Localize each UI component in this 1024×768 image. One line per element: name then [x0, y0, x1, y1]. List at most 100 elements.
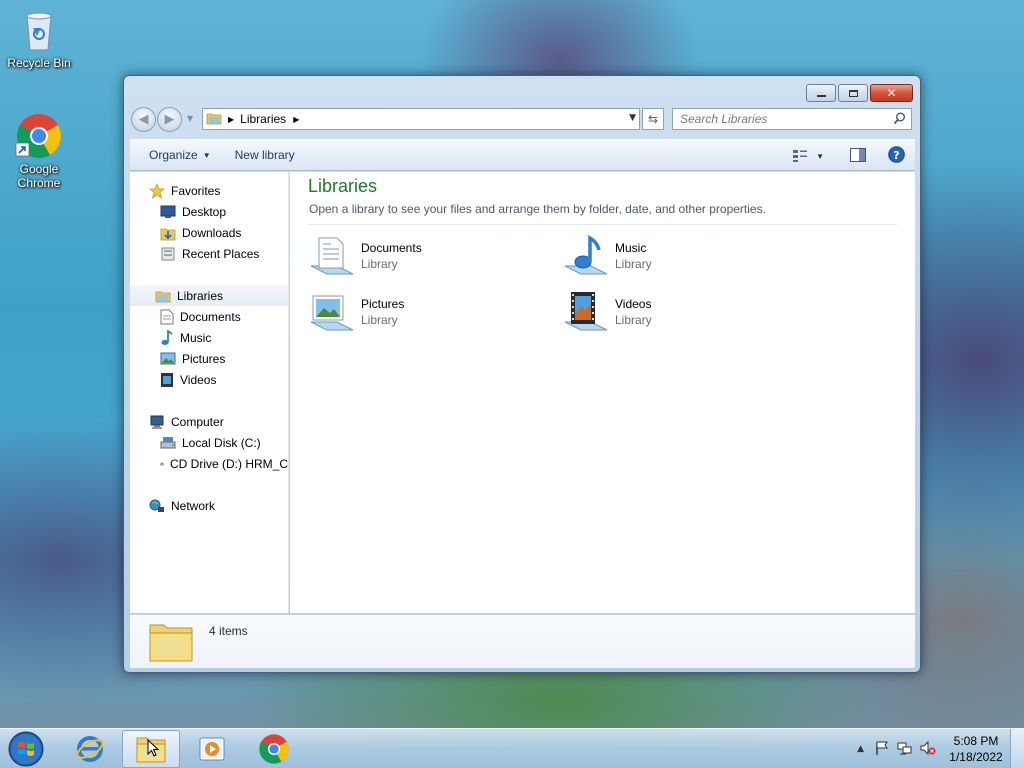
- nav-downloads[interactable]: Downloads: [160, 222, 241, 243]
- taskbar-windows-explorer[interactable]: [122, 730, 180, 768]
- libraries-icon: [155, 291, 171, 302]
- organize-button[interactable]: Organize ▼: [143, 148, 217, 162]
- network-tray-icon[interactable]: [897, 740, 913, 759]
- refresh-button[interactable]: ⇆: [642, 108, 664, 130]
- refresh-icon: ⇆: [647, 112, 659, 126]
- clock-time: 5:08 PM: [953, 734, 999, 748]
- show-hidden-icons-button[interactable]: ▲: [857, 744, 864, 754]
- nav-music[interactable]: Music: [160, 327, 211, 348]
- downloads-folder-icon: [160, 228, 176, 240]
- library-documents[interactable]: Documents Library: [307, 232, 547, 284]
- documents-icon: [160, 309, 174, 324]
- computer-icon: [150, 415, 164, 429]
- change-view-button[interactable]: ▼: [792, 149, 824, 163]
- nav-favorites[interactable]: Favorites: [149, 180, 220, 201]
- chrome-icon: [15, 112, 63, 160]
- start-button[interactable]: [0, 730, 52, 768]
- media-player-icon: [199, 737, 225, 761]
- nav-recent-places[interactable]: Recent Places: [160, 243, 259, 264]
- breadcrumb-separator-icon[interactable]: ▶: [293, 115, 299, 124]
- content-pane: Libraries Open a library to see your fil…: [290, 172, 915, 613]
- taskbar-media-player[interactable]: [183, 730, 241, 768]
- nav-pictures[interactable]: Pictures: [160, 348, 225, 369]
- search-icon[interactable]: [893, 112, 906, 128]
- library-kind: Library: [615, 257, 652, 271]
- desktop-icon-google-chrome[interactable]: Google Chrome: [1, 112, 77, 190]
- back-arrow-icon: ◀: [138, 112, 149, 127]
- back-button[interactable]: ◀: [131, 107, 156, 132]
- documents-library-icon: [307, 232, 357, 282]
- page-subtitle: Open a library to see your files and arr…: [309, 202, 766, 216]
- system-tray: ▲ 5:08 PM 1/18/2022: [857, 729, 1024, 768]
- window-controls: ✕: [806, 84, 913, 102]
- cd-drive-icon: [160, 461, 164, 465]
- preview-pane-icon: [850, 147, 866, 162]
- clock[interactable]: 5:08 PM 1/18/2022: [942, 733, 1010, 765]
- hard-disk-icon: [160, 436, 176, 448]
- nav-videos[interactable]: Videos: [160, 369, 216, 390]
- preview-pane-button[interactable]: [850, 147, 866, 165]
- recent-places-icon: [161, 247, 175, 260]
- nav-desktop[interactable]: Desktop: [160, 201, 226, 222]
- network-icon: [149, 499, 164, 512]
- library-name: Pictures: [361, 297, 405, 311]
- taskbar-google-chrome[interactable]: [245, 730, 303, 768]
- mouse-cursor-icon: [147, 739, 159, 757]
- library-pictures[interactable]: Pictures Library: [307, 288, 547, 340]
- nav-local-disk[interactable]: Local Disk (C:): [160, 432, 261, 453]
- nav-cd-drive[interactable]: CD Drive (D:) HRM_C: [160, 453, 288, 474]
- pictures-library-icon: [307, 288, 357, 338]
- nav-documents[interactable]: Documents: [160, 306, 241, 327]
- show-desktop-button[interactable]: [1010, 729, 1024, 768]
- library-name: Documents: [361, 241, 422, 255]
- details-pane: 4 items: [130, 614, 915, 668]
- desktop-icon-label: Recycle Bin: [7, 56, 71, 70]
- library-music[interactable]: Music Library: [561, 232, 801, 284]
- library-name: Videos: [615, 297, 652, 311]
- breadcrumb-separator-icon[interactable]: ▶: [228, 115, 234, 124]
- item-count: 4 items: [209, 624, 248, 638]
- view-controls: ▼ ?: [792, 146, 905, 166]
- nav-computer[interactable]: Computer: [149, 411, 224, 432]
- navigation-pane: Favorites Desktop Downloads Recent Place…: [130, 172, 289, 613]
- action-center-flag-icon[interactable]: [874, 740, 890, 759]
- close-button[interactable]: ✕: [870, 84, 913, 102]
- address-bar[interactable]: ▶ Libraries ▶ ▼: [202, 108, 640, 130]
- windows-start-icon: [8, 731, 44, 767]
- recycle-bin-icon: [15, 6, 63, 54]
- volume-muted-icon[interactable]: [920, 740, 936, 759]
- desktop-icon-recycle-bin[interactable]: Recycle Bin: [1, 6, 77, 70]
- explorer-window: ✕ ◀ ▶ ▼ ▶ Libraries ▶ ▼ ⇆ Search Librari…: [123, 75, 921, 673]
- minimize-icon: [816, 95, 826, 97]
- library-kind: Library: [615, 313, 652, 327]
- library-kind: Library: [361, 257, 398, 271]
- videos-icon: [161, 372, 173, 387]
- close-icon: ✕: [886, 86, 897, 100]
- search-placeholder: Search Libraries: [680, 112, 768, 126]
- address-dropdown-icon[interactable]: ▼: [629, 113, 636, 123]
- taskbar-internet-explorer[interactable]: [61, 730, 119, 768]
- recent-pages-dropdown[interactable]: ▼: [187, 114, 193, 123]
- breadcrumb-libraries[interactable]: Libraries: [240, 112, 286, 126]
- internet-explorer-icon: [76, 736, 104, 762]
- desktop-icon: [160, 205, 176, 218]
- library-videos[interactable]: Videos Library: [561, 288, 801, 340]
- page-title: Libraries: [308, 176, 378, 196]
- help-button[interactable]: ?: [888, 146, 905, 166]
- minimize-button[interactable]: [806, 84, 836, 102]
- maximize-button[interactable]: [838, 84, 868, 102]
- libraries-folder-icon: [206, 111, 222, 128]
- chrome-icon: [259, 734, 289, 764]
- view-icon: [793, 150, 808, 162]
- new-library-button[interactable]: New library: [229, 148, 301, 162]
- divider: [308, 224, 897, 225]
- chevron-down-icon: ▼: [816, 151, 824, 161]
- help-icon: ?: [888, 146, 905, 163]
- forward-button[interactable]: ▶: [157, 107, 182, 132]
- nav-network[interactable]: Network: [149, 495, 215, 516]
- clock-date: 1/18/2022: [949, 750, 1003, 764]
- search-input[interactable]: Search Libraries: [672, 108, 912, 130]
- command-bar: Organize ▼ New library ▼ ?: [130, 139, 915, 171]
- star-icon: [149, 182, 165, 199]
- nav-libraries[interactable]: Libraries: [130, 285, 288, 306]
